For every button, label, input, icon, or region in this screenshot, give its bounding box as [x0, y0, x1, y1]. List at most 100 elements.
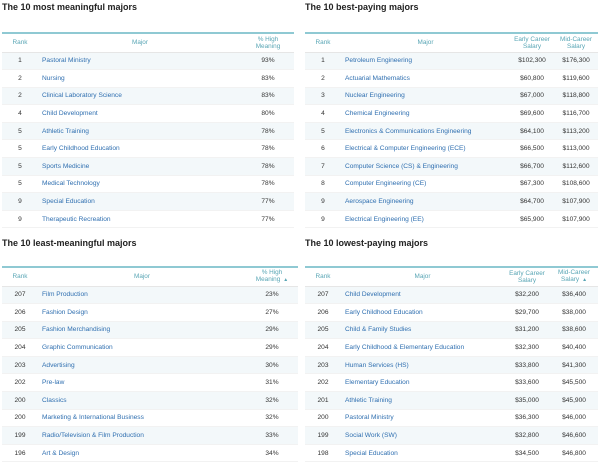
- major-link[interactable]: Fashion Merchandising: [38, 321, 246, 340]
- meaning-column-header[interactable]: % High Meaning: [242, 34, 294, 53]
- table-row: 3 Nuclear Engineering $67,000 $118,800: [305, 87, 598, 106]
- rank-cell: 5: [2, 175, 38, 194]
- major-link[interactable]: Chemical Engineering: [341, 104, 510, 123]
- major-link[interactable]: Clinical Laboratory Science: [38, 87, 242, 106]
- major-link[interactable]: Child & Family Studies: [341, 321, 504, 340]
- meaning-column-header[interactable]: % High Meaning ▲: [246, 268, 298, 287]
- major-link[interactable]: Medical Technology: [38, 175, 242, 194]
- mid-salary-column-header[interactable]: Mid-Career Salary: [554, 34, 598, 53]
- early-salary-cell: $66,700: [510, 157, 554, 176]
- mid-salary-cell: $108,600: [554, 175, 598, 194]
- major-link[interactable]: Pre-law: [38, 373, 246, 393]
- major-link[interactable]: Graphic Communication: [38, 338, 246, 357]
- meaning-cell: 29%: [246, 338, 298, 357]
- early-salary-cell: $67,300: [510, 175, 554, 194]
- major-link[interactable]: Electronics & Communications Engineering: [341, 122, 510, 141]
- mid-salary-cell: $113,000: [554, 139, 598, 159]
- major-link[interactable]: Radio/Television & Film Production: [38, 426, 246, 445]
- least-meaningful-panel: The 10 least-meaningful majors Rank Majo…: [2, 236, 298, 462]
- rank-cell: 9: [2, 192, 38, 211]
- major-link[interactable]: Marketing & International Business: [38, 409, 246, 428]
- early-salary-cell: $32,300: [504, 338, 550, 357]
- table-row: 5 Medical Technology 78%: [2, 175, 294, 194]
- major-link[interactable]: Social Work (SW): [341, 426, 504, 445]
- sort-ascending-icon[interactable]: ▲: [283, 277, 288, 283]
- meaning-cell: 78%: [242, 157, 294, 176]
- major-column-header[interactable]: Major: [38, 268, 246, 287]
- major-link[interactable]: Early Childhood Education: [341, 303, 504, 322]
- major-link[interactable]: Film Production: [38, 286, 246, 305]
- major-link[interactable]: Early Childhood & Elementary Education: [341, 338, 504, 357]
- major-link[interactable]: Pastoral Ministry: [341, 409, 504, 428]
- rank-column-header[interactable]: Rank: [305, 268, 341, 287]
- early-salary-cell: $33,800: [504, 356, 550, 375]
- table-row: 203 Human Services (HS) $33,800 $41,300: [305, 356, 598, 375]
- table-row: 202 Elementary Education $33,600 $45,500: [305, 373, 598, 393]
- sort-ascending-icon[interactable]: ▲: [582, 277, 587, 283]
- early-salary-cell: $65,900: [510, 210, 554, 229]
- major-link[interactable]: Special Education: [341, 444, 504, 462]
- major-column-header[interactable]: Major: [341, 34, 510, 53]
- early-salary-cell: $64,100: [510, 122, 554, 141]
- table-row: 204 Early Childhood & Elementary Educatio…: [305, 338, 598, 357]
- major-link[interactable]: Computer Engineering (CE): [341, 175, 510, 194]
- major-link[interactable]: Petroleum Engineering: [341, 52, 510, 71]
- major-link[interactable]: Advertising: [38, 356, 246, 375]
- table-container: Rank Major Early Career Salary Mid-Career…: [305, 266, 598, 462]
- meaning-cell: 77%: [242, 192, 294, 211]
- major-link[interactable]: Electrical Engineering (EE): [341, 210, 510, 229]
- early-salary-column-header[interactable]: Early Career Salary: [510, 34, 554, 53]
- table-row: 196 Art & Design 34%: [2, 444, 298, 462]
- table-row: 9 Electrical Engineering (EE) $65,900 $107,…: [305, 210, 598, 229]
- major-link[interactable]: Pastoral Ministry: [38, 52, 242, 71]
- rank-column-header[interactable]: Rank: [2, 268, 38, 287]
- major-link[interactable]: Athletic Training: [341, 391, 504, 410]
- header-line: Meaning: [255, 42, 281, 50]
- major-link[interactable]: Aerospace Engineering: [341, 192, 510, 211]
- meaning-cell: 78%: [242, 122, 294, 141]
- mid-salary-cell: $45,900: [550, 391, 598, 410]
- major-link[interactable]: Nursing: [38, 69, 242, 88]
- major-link[interactable]: Child Development: [341, 286, 504, 305]
- mid-salary-cell: $36,400: [550, 286, 598, 305]
- early-salary-cell: $31,200: [504, 321, 550, 340]
- major-link[interactable]: Elementary Education: [341, 373, 504, 393]
- table-row: 5 Electronics & Communications Engineerin…: [305, 122, 598, 141]
- early-salary-column-header[interactable]: Early Career Salary: [504, 268, 550, 287]
- major-link[interactable]: Human Services (HS): [341, 356, 504, 375]
- table-header-row: Rank Major % High Meaning: [2, 34, 294, 53]
- major-link[interactable]: Art & Design: [38, 444, 246, 462]
- major-link[interactable]: Classics: [38, 391, 246, 410]
- lowest-paying-table: Rank Major Early Career Salary Mid-Career…: [305, 268, 598, 462]
- major-column-header[interactable]: Major: [38, 34, 242, 53]
- table-row: 9 Special Education 77%: [2, 192, 294, 211]
- major-link[interactable]: Child Development: [38, 104, 242, 123]
- rank-column-header[interactable]: Rank: [2, 34, 38, 53]
- major-link[interactable]: Nuclear Engineering: [341, 87, 510, 106]
- major-link[interactable]: Computer Science (CS) & Engineering: [341, 157, 510, 176]
- rank-column-header[interactable]: Rank: [305, 34, 341, 53]
- rank-cell: 199: [2, 426, 38, 445]
- major-link[interactable]: Special Education: [38, 192, 242, 211]
- rank-cell: 9: [305, 192, 341, 211]
- mid-salary-column-header[interactable]: Mid-Career Salary ▲: [550, 268, 598, 287]
- major-link[interactable]: Athletic Training: [38, 122, 242, 141]
- rank-cell: 201: [305, 391, 341, 410]
- rank-cell: 204: [305, 338, 341, 357]
- meaning-cell: 27%: [246, 303, 298, 322]
- rank-cell: 1: [2, 52, 38, 71]
- major-link[interactable]: Actuarial Mathematics: [341, 69, 510, 88]
- major-column-header[interactable]: Major: [341, 268, 504, 287]
- header-line: % High: [257, 35, 279, 43]
- meaning-cell: 83%: [242, 87, 294, 106]
- table-row: 199 Radio/Television & Film Production 33%: [2, 426, 298, 445]
- major-link[interactable]: Therapeutic Recreation: [38, 210, 242, 229]
- rank-cell: 207: [305, 286, 341, 305]
- major-link[interactable]: Early Childhood Education: [38, 139, 242, 159]
- meaning-cell: 23%: [246, 286, 298, 305]
- major-link[interactable]: Fashion Design: [38, 303, 246, 322]
- major-link[interactable]: Electrical & Computer Engineering (ECE): [341, 139, 510, 159]
- rank-cell: 5: [2, 122, 38, 141]
- major-link[interactable]: Sports Medicine: [38, 157, 242, 176]
- meaning-cell: 80%: [242, 104, 294, 123]
